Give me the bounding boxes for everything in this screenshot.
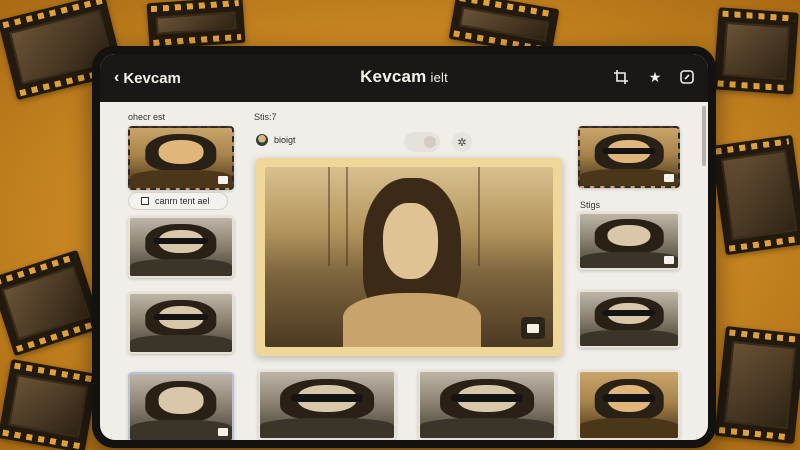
film-strip-left-bottom	[0, 358, 99, 450]
edit-icon[interactable]	[678, 68, 696, 86]
main-photo[interactable]	[265, 167, 553, 347]
crop-icon[interactable]	[612, 68, 630, 86]
thumbnail-right-1[interactable]	[578, 126, 680, 188]
toggle-switch[interactable]	[404, 132, 440, 152]
star-icon[interactable]: ★	[646, 68, 664, 86]
center-header: Stis:7	[254, 112, 277, 122]
scrollbar[interactable]	[702, 106, 706, 166]
checkbox[interactable]	[141, 197, 149, 205]
thumbnail-left-1[interactable]	[128, 126, 234, 190]
chip-label: canrn tent ael	[155, 196, 210, 206]
thumbnail-left-4[interactable]	[128, 372, 234, 440]
camera-icon[interactable]	[521, 317, 545, 339]
right-panel-header: Stigs	[580, 200, 601, 210]
tablet-device: ‹ Kevcam Kevcam ielt ★ ohecr est canrn t…	[92, 46, 716, 448]
main-photo-frame	[256, 158, 562, 356]
thumbnail-bottom-2[interactable]	[418, 370, 556, 440]
left-panel-header: ohecr est	[128, 112, 166, 122]
thumbnail-left-3[interactable]	[128, 292, 234, 354]
aperture-icon[interactable]: ✲	[452, 132, 472, 152]
app-title-suffix: ielt	[430, 70, 448, 85]
film-strip-top-center	[146, 0, 246, 50]
app-title: Kevcam	[360, 67, 427, 86]
film-strip-right-top	[713, 7, 799, 95]
avatar[interactable]	[256, 134, 268, 146]
filter-chip[interactable]: canrn tent ael	[128, 192, 228, 210]
filter-row: bioigt	[256, 134, 296, 146]
thumbnail-left-2[interactable]	[128, 216, 234, 278]
top-bar: ‹ Kevcam Kevcam ielt ★	[100, 54, 708, 102]
film-strip-right-bottom	[714, 326, 800, 444]
thumbnail-right-3[interactable]	[578, 290, 680, 348]
thumbnail-right-2[interactable]	[578, 212, 680, 270]
filter-label: bioigt	[274, 135, 296, 145]
app-screen: ‹ Kevcam Kevcam ielt ★ ohecr est canrn t…	[100, 54, 708, 440]
film-strip-right-mid	[710, 134, 800, 256]
thumbnail-right-4[interactable]	[578, 370, 680, 440]
thumbnail-bottom-1[interactable]	[258, 370, 396, 440]
